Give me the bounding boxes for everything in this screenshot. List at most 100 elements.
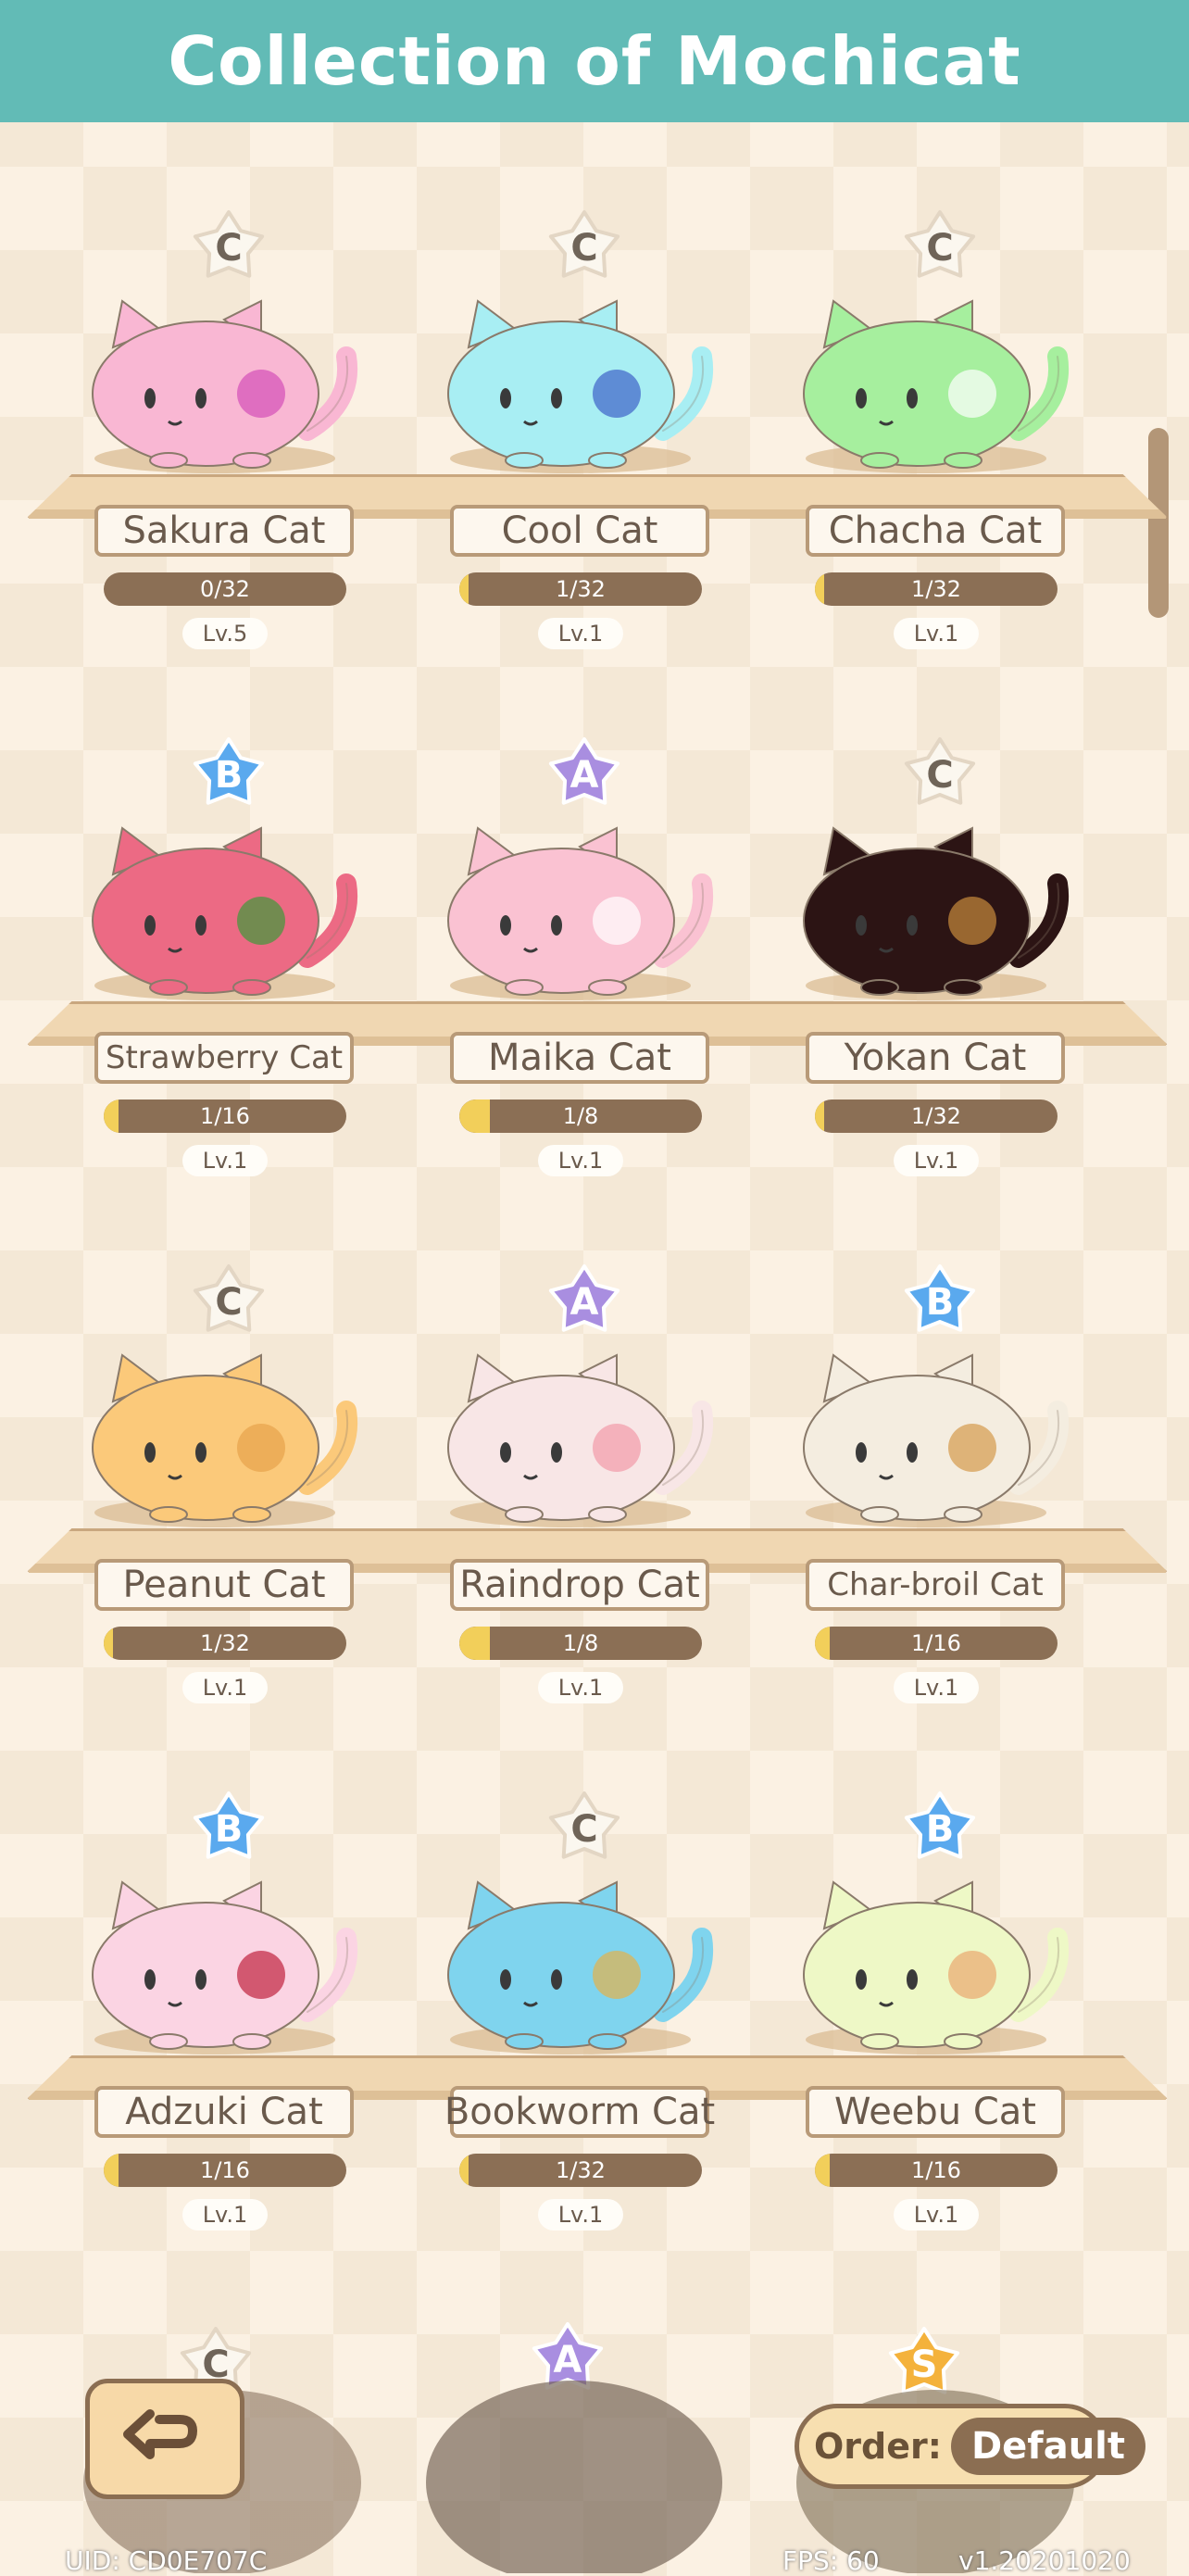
progress-text: 1/16 [200, 2157, 250, 2183]
rank-badge: C [547, 208, 621, 283]
cat-name-plate: Peanut Cat [94, 1559, 354, 1611]
progress-text: 1/32 [911, 1103, 961, 1129]
progress-bar: 0/32 [104, 572, 346, 606]
rank-letter: C [926, 754, 954, 797]
order-label: Order: [814, 2426, 942, 2467]
level-badge: Lv.1 [894, 1672, 979, 1703]
cat-card[interactable]: C Bookworm Cat 1/32 Lv.1 [404, 1790, 756, 2271]
cat-sprite[interactable] [85, 1873, 363, 2058]
level-badge: Lv.1 [538, 1145, 623, 1176]
cat-card[interactable]: C Peanut Cat 1/32 Lv.1 [48, 1263, 400, 1744]
cat-name-plate: Yokan Cat [806, 1032, 1065, 1084]
progress-text: 1/8 [562, 1630, 599, 1656]
cat-sprite[interactable] [796, 292, 1074, 477]
rank-badge: B [192, 735, 266, 810]
page-title: Collection of Mochicat [168, 22, 1021, 100]
cat-name-plate: Weebu Cat [806, 2086, 1065, 2138]
rank-badge: B [192, 1790, 266, 1864]
level-badge: Lv.1 [538, 618, 623, 649]
progress-bar: 1/16 [104, 2154, 346, 2187]
cat-name-plate: Raindrop Cat [450, 1559, 709, 1611]
progress-text: 1/16 [911, 1630, 961, 1656]
rank-letter: C [570, 227, 598, 270]
rank-letter: B [925, 1808, 955, 1851]
progress-bar: 1/16 [815, 1627, 1058, 1660]
progress-bar: 1/32 [104, 1627, 346, 1660]
cat-name-plate: Char-broil Cat [806, 1559, 1065, 1611]
progress-bar: 1/32 [459, 572, 702, 606]
cat-name-plate: Adzuki Cat [94, 2086, 354, 2138]
cat-sprite[interactable] [441, 292, 719, 477]
back-arrow-icon [123, 2409, 197, 2459]
rank-badge: B [903, 1263, 977, 1337]
rank-badge: A [547, 1263, 621, 1337]
cat-name-plate: Bookworm Cat [444, 2086, 715, 2138]
rank-letter: C [926, 227, 954, 270]
rank-letter: B [214, 754, 244, 797]
cat-name-plate: Strawberry Cat [94, 1032, 354, 1084]
cat-name-plate: Chacha Cat [806, 505, 1065, 557]
progress-text: 1/16 [911, 2157, 961, 2183]
progress-text: 1/16 [200, 1103, 250, 1129]
rank-letter: C [570, 1808, 598, 1851]
cat-sprite[interactable] [796, 819, 1074, 1004]
scrollbar[interactable] [1148, 428, 1169, 618]
rank-letter: C [215, 227, 243, 270]
cat-sprite[interactable] [441, 1873, 719, 2058]
fps-text: FPS: 60 [782, 2545, 880, 2576]
progress-bar: 1/32 [459, 2154, 702, 2187]
progress-bar: 1/8 [459, 1100, 702, 1133]
progress-text: 1/32 [200, 1630, 250, 1656]
cat-card[interactable]: A Raindrop Cat 1/8 Lv.1 [404, 1263, 756, 1744]
rank-badge: C [192, 208, 266, 283]
cat-card[interactable]: C Yokan Cat 1/32 Lv.1 [759, 735, 1111, 1217]
level-badge: Lv.1 [182, 2199, 268, 2230]
cat-card[interactable]: A Maika Cat 1/8 Lv.1 [404, 735, 756, 1217]
rank-badge: C [903, 208, 977, 283]
back-button[interactable] [85, 2379, 244, 2499]
cat-sprite[interactable] [441, 819, 719, 1004]
rank-badge: B [903, 1790, 977, 1864]
order-selector[interactable]: Order: Default [795, 2404, 1146, 2489]
progress-text: 1/8 [562, 1103, 599, 1129]
progress-text: 1/32 [556, 2157, 606, 2183]
level-badge: Lv.1 [894, 618, 979, 649]
cat-name-plate: Maika Cat [450, 1032, 709, 1084]
cat-sprite[interactable] [796, 1346, 1074, 1531]
cat-name-plate: Cool Cat [450, 505, 709, 557]
cat-sprite[interactable] [796, 1873, 1074, 2058]
rank-badge: C [903, 735, 977, 810]
progress-bar: 1/8 [459, 1627, 702, 1660]
cat-sprite[interactable] [85, 292, 363, 477]
level-badge: Lv.1 [182, 1145, 268, 1176]
progress-bar: 1/16 [815, 2154, 1058, 2187]
cat-sprite[interactable] [85, 819, 363, 1004]
level-badge: Lv.1 [538, 1672, 623, 1703]
cat-card[interactable]: B Char-broil Cat 1/16 Lv.1 [759, 1263, 1111, 1744]
level-badge: Lv.5 [182, 618, 268, 649]
rank-badge: A [547, 735, 621, 810]
cat-card[interactable]: C Chacha Cat 1/32 Lv.1 [759, 208, 1111, 690]
rank-letter: B [925, 1281, 955, 1324]
header-bar: Collection of Mochicat [0, 0, 1189, 122]
rank-letter: A [569, 754, 599, 797]
level-badge: Lv.1 [538, 2199, 623, 2230]
cat-card[interactable]: B Adzuki Cat 1/16 Lv.1 [48, 1790, 400, 2271]
uid-text: UID: CD0E707C [65, 2545, 268, 2576]
cat-card[interactable]: C Cool Cat 1/32 Lv.1 [404, 208, 756, 690]
cat-card[interactable]: C Sakura Cat 0/32 Lv.5 [48, 208, 400, 690]
progress-bar: 1/16 [104, 1100, 346, 1133]
rank-badge: C [192, 1263, 266, 1337]
rank-letter: C [215, 1281, 243, 1324]
cat-sprite[interactable] [441, 1346, 719, 1531]
progress-text: 0/32 [200, 576, 250, 602]
version-text: v1.20201020 [958, 2545, 1131, 2576]
progress-bar: 1/32 [815, 1100, 1058, 1133]
progress-bar: 1/32 [815, 572, 1058, 606]
cat-card[interactable]: B Weebu Cat 1/16 Lv.1 [759, 1790, 1111, 2271]
cat-card[interactable]: B Strawberry Cat 1/16 Lv.1 [48, 735, 400, 1217]
progress-text: 1/32 [556, 576, 606, 602]
order-value[interactable]: Default [950, 2418, 1146, 2475]
cat-sprite[interactable] [85, 1346, 363, 1531]
level-badge: Lv.1 [182, 1672, 268, 1703]
